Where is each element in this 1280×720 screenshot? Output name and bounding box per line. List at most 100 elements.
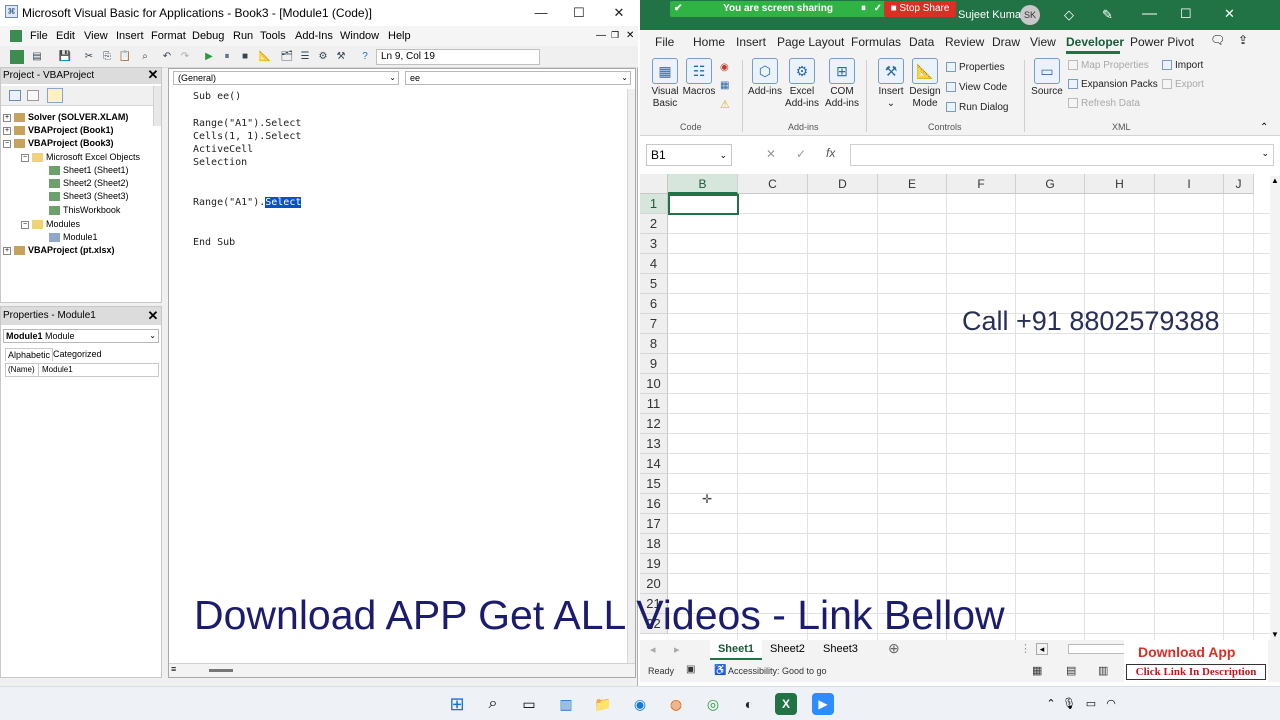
- menu-debug[interactable]: Debug: [192, 30, 224, 42]
- macro-recording-icon[interactable]: ▣: [686, 664, 695, 675]
- code-horizontal-scrollbar[interactable]: ≡: [169, 663, 635, 677]
- tab-categorized[interactable]: Categorized: [53, 349, 102, 359]
- accessibility-status[interactable]: Accessibility: Good to go: [728, 666, 827, 676]
- row-header-8[interactable]: 8: [640, 334, 668, 354]
- tab-page-layout[interactable]: Page Layout: [777, 35, 844, 49]
- microphone-icon[interactable]: 🎙: [1058, 693, 1080, 715]
- excel-icon[interactable]: [10, 50, 24, 64]
- record-macro-icon[interactable]: ◉: [720, 62, 729, 73]
- procedure-view-icon[interactable]: ≡: [171, 664, 176, 674]
- sheet-tab-sheet2[interactable]: Sheet2: [770, 643, 805, 655]
- tab-review[interactable]: Review: [945, 35, 984, 49]
- add-sheet-icon[interactable]: ⊕: [888, 640, 900, 657]
- excel-view-icon[interactable]: [10, 30, 22, 42]
- tab-developer[interactable]: Developer: [1066, 35, 1124, 49]
- relative-refs-icon[interactable]: ▦: [720, 80, 729, 91]
- accessibility-icon[interactable]: ♿: [714, 665, 726, 676]
- tree-item-solver[interactable]: + Solver (SOLVER.XLAM): [3, 112, 128, 123]
- map-properties-button[interactable]: Map Properties: [1068, 60, 1149, 71]
- column-header-d[interactable]: D: [808, 174, 878, 194]
- expand-formula-icon[interactable]: ⌄: [1261, 148, 1269, 159]
- tab-alphabetic[interactable]: Alphabetic: [5, 348, 54, 361]
- firefox-icon[interactable]: ◍: [665, 693, 687, 715]
- copy-icon[interactable]: ⎘: [100, 50, 114, 64]
- excel-add-ins-button[interactable]: ⚙ Excel Add-ins: [782, 58, 822, 110]
- edge-icon[interactable]: ◉: [629, 693, 651, 715]
- stop-share-button[interactable]: ■ Stop Share: [884, 1, 956, 17]
- row-header-1[interactable]: 1: [640, 194, 668, 214]
- task-view-icon[interactable]: ▭: [518, 693, 540, 715]
- row-header-13[interactable]: 13: [640, 434, 668, 454]
- tree-item-sheet3[interactable]: Sheet3 (Sheet3): [49, 191, 129, 202]
- restore-icon[interactable]: ☐: [1180, 6, 1192, 22]
- page-break-view-icon[interactable]: ▥: [1098, 664, 1108, 677]
- properties-pane-close-icon[interactable]: ✕: [146, 309, 160, 323]
- tab-insert[interactable]: Insert: [736, 35, 766, 49]
- column-header-e[interactable]: E: [878, 174, 947, 194]
- row-header-18[interactable]: 18: [640, 534, 668, 554]
- monitor-icon[interactable]: ▭: [1080, 693, 1102, 715]
- tree-item-modules[interactable]: − Modules: [21, 219, 80, 230]
- column-header-h[interactable]: H: [1085, 174, 1155, 194]
- row-header-14[interactable]: 14: [640, 454, 668, 474]
- scroll-left-icon[interactable]: ◂: [1036, 643, 1048, 655]
- menu-window[interactable]: Window: [340, 30, 379, 42]
- insert-userform-icon[interactable]: ▤: [30, 50, 44, 64]
- macro-security-icon[interactable]: ⚠: [720, 98, 730, 111]
- sheet-tab-sheet3[interactable]: Sheet3: [823, 643, 858, 655]
- procedure-combo[interactable]: ee ⌄: [405, 71, 631, 85]
- design-mode-button[interactable]: 📐 Design Mode: [908, 58, 942, 110]
- toolbox-icon[interactable]: ⚒: [334, 50, 348, 64]
- expansion-packs-button[interactable]: Expansion Packs: [1068, 79, 1158, 90]
- tab-draw[interactable]: Draw: [992, 35, 1020, 49]
- normal-view-icon[interactable]: ▦: [1032, 664, 1042, 677]
- menu-file[interactable]: File: [30, 30, 48, 42]
- com-add-ins-button[interactable]: ⊞ COM Add-ins: [822, 58, 862, 110]
- prev-sheet-icon[interactable]: ◂: [650, 643, 656, 656]
- export-button[interactable]: Export: [1162, 79, 1204, 90]
- run-dialog-button[interactable]: Run Dialog: [946, 102, 1008, 113]
- check-icon[interactable]: ✓: [874, 1, 882, 17]
- menu-help[interactable]: Help: [388, 30, 411, 42]
- object-combo[interactable]: (General) ⌄: [173, 71, 399, 85]
- excel-taskbar-icon[interactable]: X: [775, 693, 797, 715]
- chrome-icon[interactable]: ◎: [702, 693, 724, 715]
- view-code-icon[interactable]: [9, 90, 21, 101]
- menu-view[interactable]: View: [84, 30, 108, 42]
- zoom-icon[interactable]: ▶: [812, 693, 834, 715]
- save-icon[interactable]: 💾: [58, 50, 72, 64]
- view-code-button[interactable]: View Code: [946, 82, 1007, 93]
- project-pane-scrollbar[interactable]: [153, 86, 161, 126]
- scroll-thumb[interactable]: [209, 669, 233, 672]
- file-explorer-icon[interactable]: 📁: [592, 693, 614, 715]
- undo-icon[interactable]: ↶: [160, 50, 174, 64]
- tab-data[interactable]: Data: [909, 35, 934, 49]
- tree-item-pt-xlsx[interactable]: + VBAProject (pt.xlsx): [3, 245, 115, 256]
- worksheet-grid[interactable]: BCDEFGHIJ 1 2 3 4 5 6 7 8 9 10 11 12 13 14 15 16 17 18 19 2…: [640, 174, 1270, 642]
- doc-restore-icon[interactable]: ❐: [611, 30, 619, 41]
- scroll-up-icon[interactable]: ▲: [1271, 176, 1279, 185]
- reset-icon[interactable]: ■: [238, 50, 252, 64]
- diamond-icon[interactable]: ◇: [1064, 7, 1074, 23]
- tree-item-excel-objects[interactable]: − Microsoft Excel Objects: [21, 152, 140, 163]
- properties-window-icon[interactable]: ☰: [298, 50, 312, 64]
- column-header-b[interactable]: B: [668, 174, 738, 194]
- tab-view[interactable]: View: [1030, 35, 1056, 49]
- menu-edit[interactable]: Edit: [56, 30, 75, 42]
- cut-icon[interactable]: ✂: [82, 50, 96, 64]
- close-icon[interactable]: ✕: [602, 2, 636, 24]
- macros-button[interactable]: ☷ Macros: [682, 58, 716, 98]
- pause-icon[interactable]: ⏸: [861, 1, 866, 17]
- help-icon[interactable]: ?: [358, 50, 372, 64]
- widgets-icon[interactable]: ▥: [555, 693, 577, 715]
- tabs-splitter-icon[interactable]: ⋮: [1020, 642, 1031, 655]
- find-icon[interactable]: ⌕: [138, 50, 152, 64]
- page-layout-view-icon[interactable]: ▤: [1066, 664, 1076, 677]
- row-header-17[interactable]: 17: [640, 514, 668, 534]
- code-vertical-scrollbar[interactable]: [627, 89, 635, 669]
- row-header-7[interactable]: 7: [640, 314, 668, 334]
- collapse-ribbon-icon[interactable]: ⌃: [1260, 122, 1268, 133]
- horizontal-scrollbar[interactable]: [1068, 644, 1128, 654]
- cancel-icon[interactable]: ✕: [766, 147, 776, 161]
- row-header-10[interactable]: 10: [640, 374, 668, 394]
